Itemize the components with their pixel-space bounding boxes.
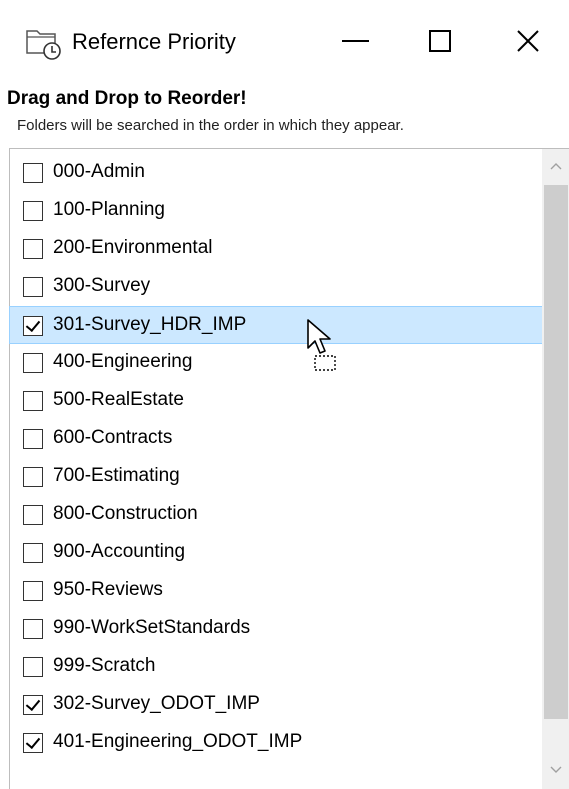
list-item-label: 400-Engineering — [53, 351, 193, 372]
checkbox[interactable] — [23, 467, 43, 487]
checkbox-checked[interactable] — [23, 316, 43, 336]
list-item-label: 700-Estimating — [53, 465, 180, 486]
checkbox[interactable] — [23, 505, 43, 525]
list-item-label: 500-RealEstate — [53, 389, 184, 410]
drag-cursor-icon — [307, 319, 336, 371]
checkbox[interactable] — [23, 163, 43, 183]
list-item-label: 999-Scratch — [53, 655, 156, 676]
list-item[interactable]: 950-Reviews — [10, 572, 538, 610]
checkbox[interactable] — [23, 201, 43, 221]
checkbox[interactable] — [23, 353, 43, 373]
checkbox[interactable] — [23, 543, 43, 563]
checkbox[interactable] — [23, 581, 43, 601]
vertical-scrollbar[interactable] — [542, 149, 569, 789]
list-item[interactable]: 700-Estimating — [10, 458, 538, 496]
checkbox-checked[interactable] — [23, 695, 43, 715]
list-item-label: 301-Survey_HDR_IMP — [53, 314, 247, 335]
heading: Drag and Drop to Reorder! — [7, 88, 247, 109]
list-item[interactable]: 302-Survey_ODOT_IMP — [10, 686, 538, 724]
list-item[interactable]: 300-Survey — [10, 268, 538, 306]
checkbox[interactable] — [23, 391, 43, 411]
list-item-label: 600-Contracts — [53, 427, 173, 448]
list-item[interactable]: 400-Engineering — [10, 344, 538, 382]
list-item[interactable]: 000-Admin — [10, 154, 538, 192]
list-item[interactable]: 401-Engineering_ODOT_IMP — [10, 724, 538, 762]
list-item[interactable]: 100-Planning — [10, 192, 538, 230]
folder-list[interactable]: 000-Admin 100-Planning 200-Environmental… — [9, 148, 569, 789]
list-item-label: 990-WorkSetStandards — [53, 617, 251, 638]
checkbox-checked[interactable] — [23, 733, 43, 753]
list-item-label: 100-Planning — [53, 199, 165, 220]
scroll-thumb[interactable] — [544, 185, 568, 719]
list-item[interactable]: 600-Contracts — [10, 420, 538, 458]
chevron-up-icon — [550, 163, 562, 170]
maximize-button[interactable] — [400, 12, 480, 70]
minimize-button[interactable] — [315, 12, 395, 70]
checkbox[interactable] — [23, 657, 43, 677]
list-item-selected[interactable]: 301-Survey_HDR_IMP — [9, 306, 543, 344]
checkbox[interactable] — [23, 277, 43, 297]
list-item-label: 000-Admin — [53, 161, 145, 182]
list-item-label: 401-Engineering_ODOT_IMP — [53, 731, 303, 752]
list-item[interactable]: 999-Scratch — [10, 648, 538, 686]
folder-reference-icon — [26, 30, 61, 60]
close-button[interactable] — [487, 12, 569, 70]
list-item-label: 300-Survey — [53, 275, 151, 296]
list-item-label: 900-Accounting — [53, 541, 186, 562]
list-item[interactable]: 200-Environmental — [10, 230, 538, 268]
checkbox[interactable] — [23, 239, 43, 259]
list-item[interactable]: 500-RealEstate — [10, 382, 538, 420]
maximize-icon — [429, 30, 451, 52]
list-item-label: 800-Construction — [53, 503, 198, 524]
list-item-label: 200-Environmental — [53, 237, 213, 258]
checkbox[interactable] — [23, 619, 43, 639]
title-bar[interactable]: Refernce Priority — [0, 0, 569, 78]
scroll-up-button[interactable] — [542, 149, 569, 183]
list-item[interactable]: 900-Accounting — [10, 534, 538, 572]
list-item-label: 302-Survey_ODOT_IMP — [53, 693, 260, 714]
subheading: Folders will be searched in the order in… — [17, 117, 404, 134]
reference-priority-window: Refernce Priority Drag and Drop to Reord… — [0, 0, 569, 789]
chevron-down-icon — [550, 766, 562, 773]
close-icon — [517, 30, 539, 52]
scroll-down-button[interactable] — [542, 753, 569, 787]
minimize-icon — [341, 40, 369, 42]
list-item-label: 950-Reviews — [53, 579, 163, 600]
window-title: Refernce Priority — [72, 29, 236, 54]
list-item[interactable]: 800-Construction — [10, 496, 538, 534]
list-item[interactable]: 990-WorkSetStandards — [10, 610, 538, 648]
checkbox[interactable] — [23, 429, 43, 449]
